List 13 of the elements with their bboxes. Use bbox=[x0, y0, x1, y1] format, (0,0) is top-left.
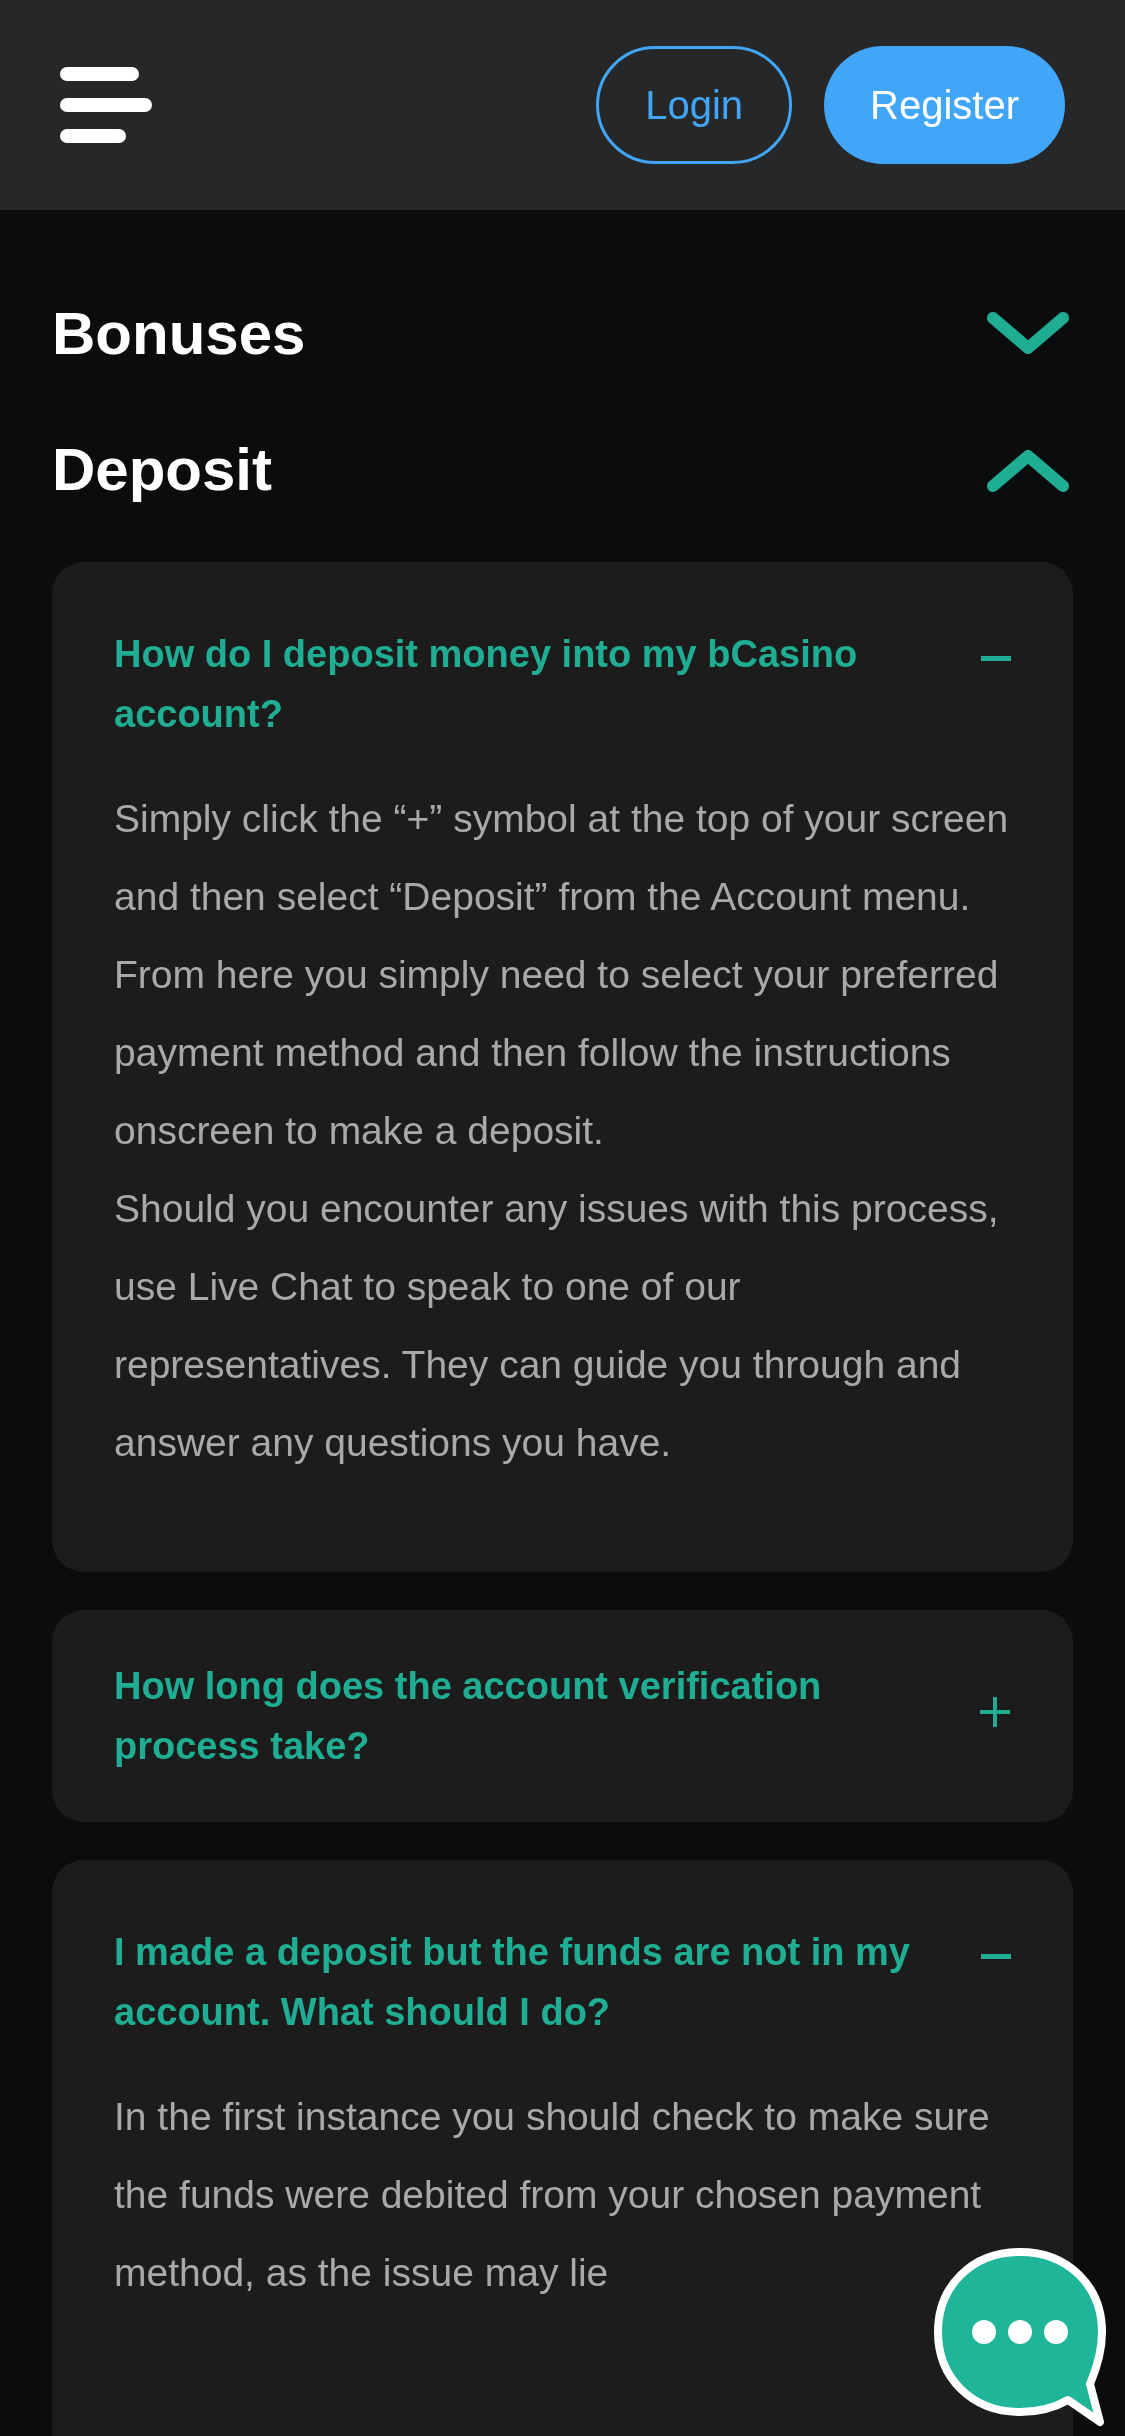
menu-icon[interactable] bbox=[60, 67, 152, 143]
login-button[interactable]: Login bbox=[596, 46, 793, 164]
minus-icon[interactable] bbox=[981, 656, 1011, 662]
faq-answer: In the first instance you should check to make sure the funds were debited from your chosen payment method, as the issue may lie bbox=[114, 2094, 991, 2296]
section-title[interactable]: Bonuses bbox=[52, 294, 306, 374]
faq-question[interactable]: How do I deposit money into my bCasino account? bbox=[114, 624, 957, 744]
section-title[interactable]: Deposit bbox=[52, 430, 273, 510]
plus-icon[interactable] bbox=[979, 1696, 1011, 1728]
faq-answer: Simply click the “+” symbol at the top of your screen and then select “Deposit” from the Account menu. From here you simply need to select your preferred payment method and then follow the instructions onscreen to make a deposit. bbox=[114, 796, 1010, 1154]
minus-icon[interactable] bbox=[981, 1954, 1011, 1960]
faq-question[interactable]: How long does the account verification process take? bbox=[114, 1656, 955, 1776]
faq-answer: Should you encounter any issues with this process, use Live Chat to speak to one of our representatives. They can guide you through and answer any questions you have. bbox=[114, 1186, 1000, 1466]
faq-question[interactable]: I made a deposit but the funds are not in my account. What should I do? bbox=[114, 1922, 957, 2042]
